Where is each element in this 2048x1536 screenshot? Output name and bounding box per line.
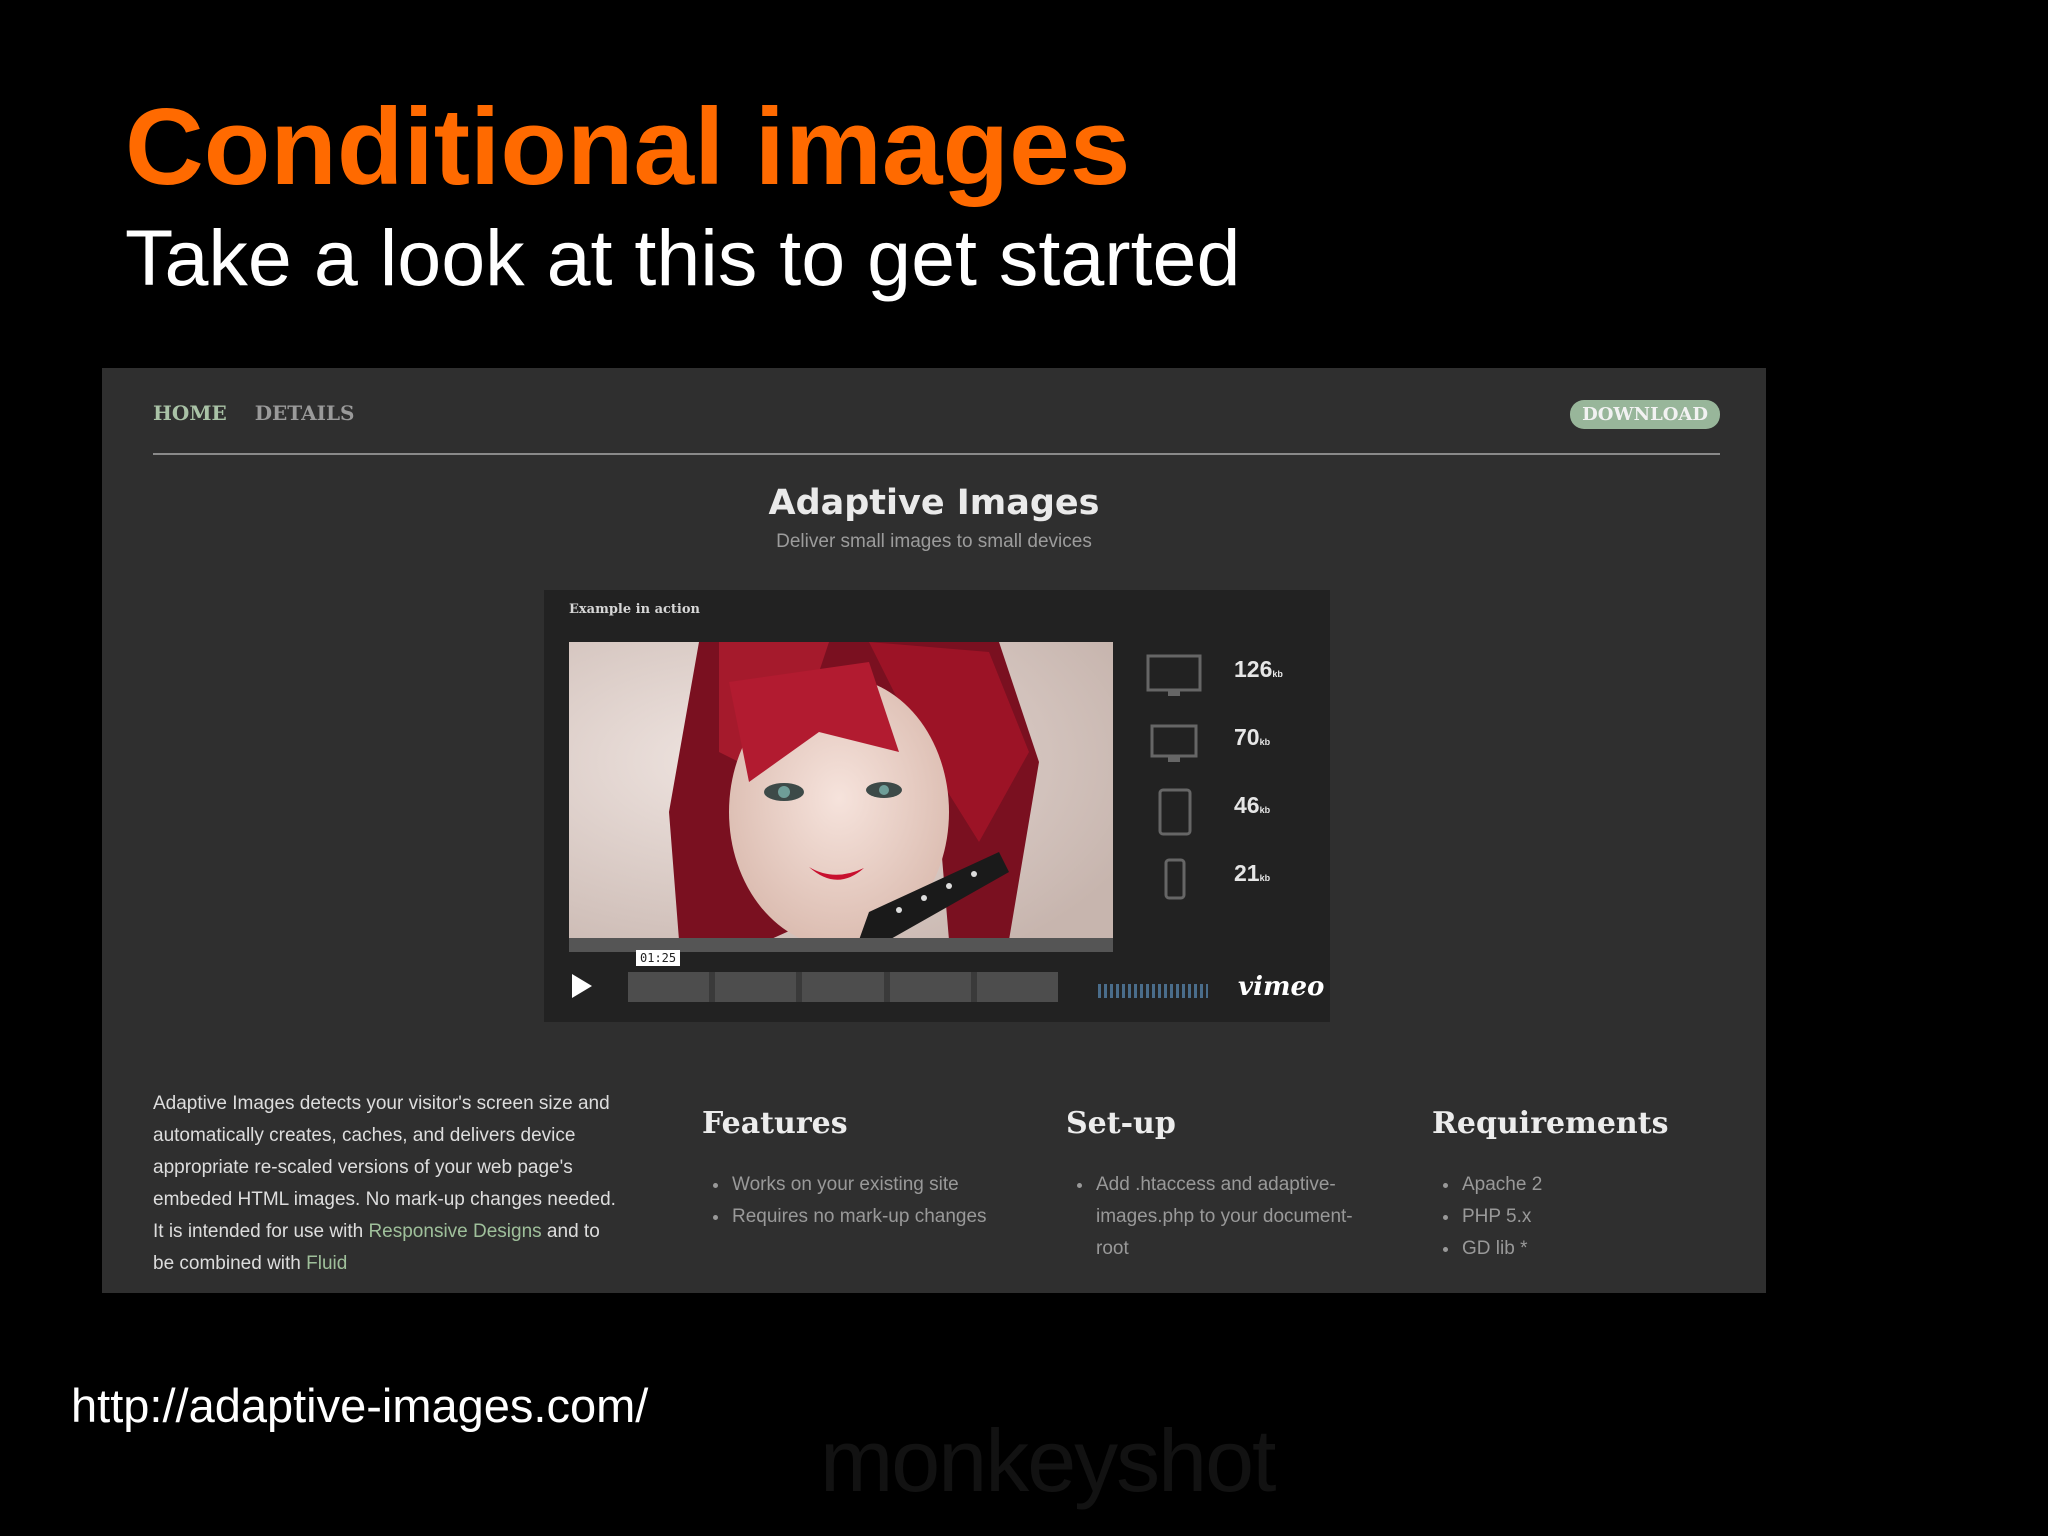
progress-bar[interactable] xyxy=(628,972,1058,1002)
website-screenshot: HOME DETAILS DOWNLOAD Adaptive Images De… xyxy=(102,368,1766,1293)
play-icon[interactable] xyxy=(572,974,592,998)
portrait-image xyxy=(569,642,1113,940)
list-item: Apache 2 xyxy=(1460,1169,1732,1201)
nav-details-link[interactable]: DETAILS xyxy=(255,401,355,425)
stat-value: 70 xyxy=(1234,724,1260,750)
stat-unit: kb xyxy=(1259,805,1271,815)
slide-title: Conditional images xyxy=(125,86,1131,208)
list-item: PHP 5.x xyxy=(1460,1201,1732,1233)
intro-text: Adaptive Images detects your visitor's s… xyxy=(153,1093,616,1274)
phone-icon xyxy=(1164,858,1186,900)
features-section: Features Works on your existing site Req… xyxy=(702,1106,1002,1233)
slide-subtitle: Take a look at this to get started xyxy=(125,213,1241,302)
desktop-icon xyxy=(1146,654,1202,696)
stat-value: 46 xyxy=(1234,792,1260,818)
stat-value: 126 xyxy=(1234,656,1273,682)
setup-section: Set-up Add .htaccess and adaptive-images… xyxy=(1066,1106,1356,1265)
timecode: 01:25 xyxy=(636,950,681,966)
setup-heading: Set-up xyxy=(1066,1106,1176,1141)
responsive-designs-link[interactable]: Responsive Designs xyxy=(368,1221,541,1242)
source-url: http://adaptive-images.com/ xyxy=(71,1379,649,1432)
stat-unit: kb xyxy=(1259,737,1271,747)
stat-phone: 21kb xyxy=(1134,856,1314,924)
video-frame[interactable] xyxy=(569,642,1113,940)
watermark-logo: monkeyshot xyxy=(820,1411,1276,1510)
list-item: Works on your existing site xyxy=(730,1169,1002,1201)
header-divider xyxy=(153,453,1720,455)
requirements-heading: Requirements xyxy=(1432,1106,1669,1141)
features-heading: Features xyxy=(702,1106,848,1141)
list-item: GD lib * xyxy=(1460,1233,1732,1265)
tablet-icon xyxy=(1158,788,1192,836)
stat-value: 21 xyxy=(1234,860,1260,886)
stat-tablet: 46kb xyxy=(1134,788,1314,856)
volume-bars-icon[interactable] xyxy=(1098,984,1208,998)
video-player[interactable]: Example in action 126kb 70kb 46kb 21kb 0… xyxy=(544,590,1330,1022)
site-nav: HOME DETAILS xyxy=(153,401,354,425)
list-item: Add .htaccess and adaptive-images.php to… xyxy=(1094,1169,1356,1265)
requirements-section: Requirements Apache 2 PHP 5.x GD lib * xyxy=(1432,1106,1732,1265)
size-stats: 126kb 70kb 46kb 21kb xyxy=(1134,652,1314,924)
fluid-link[interactable]: Fluid xyxy=(306,1253,347,1274)
stat-unit: kb xyxy=(1259,873,1271,883)
laptop-icon xyxy=(1150,724,1198,762)
stat-unit: kb xyxy=(1272,669,1283,679)
download-button[interactable]: DOWNLOAD xyxy=(1570,400,1720,429)
stat-laptop: 70kb xyxy=(1134,720,1314,788)
stat-desktop: 126kb xyxy=(1134,652,1314,720)
player-controls: 01:25 vimeo xyxy=(558,950,1324,1012)
vimeo-logo[interactable]: vimeo xyxy=(1238,972,1324,1002)
nav-home-link[interactable]: HOME xyxy=(153,401,227,425)
site-title: Adaptive Images xyxy=(768,483,1100,523)
list-item: Requires no mark-up changes xyxy=(730,1201,1002,1233)
player-label: Example in action xyxy=(569,602,700,617)
site-tagline: Deliver small images to small devices xyxy=(776,531,1092,552)
